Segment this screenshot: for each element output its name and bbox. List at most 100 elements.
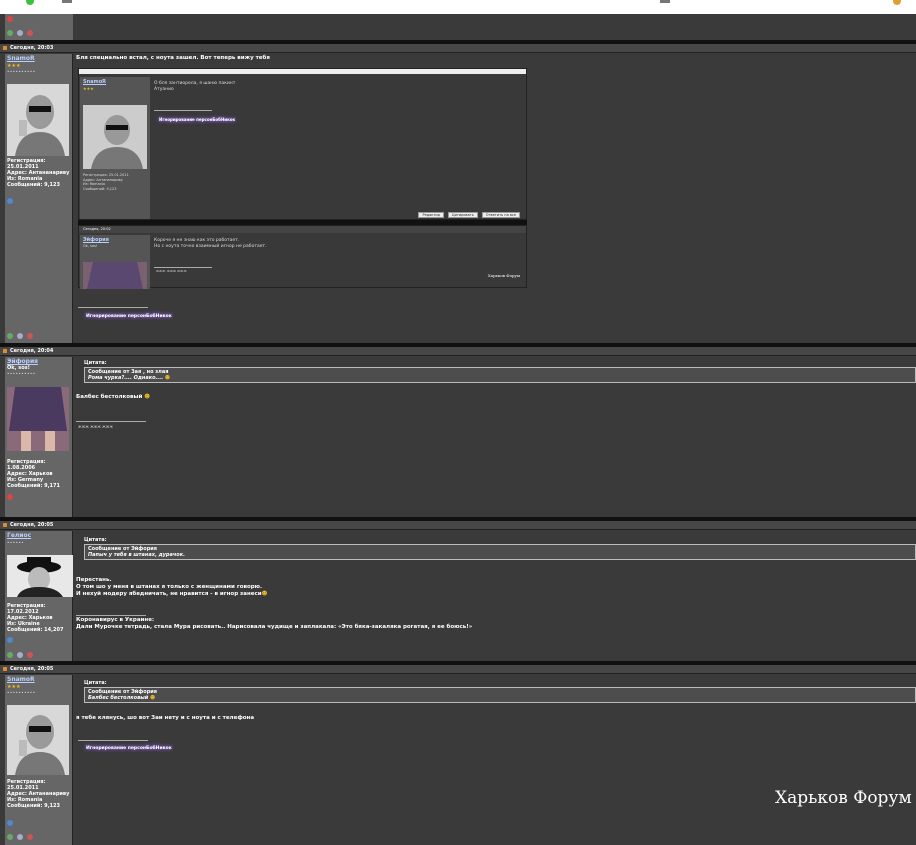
user-info: Регистрация: 17.02.2012 Адрес: Харьков И…: [7, 603, 63, 633]
report-icon[interactable]: [7, 16, 13, 22]
avatar[interactable]: [7, 84, 69, 156]
user-sidebar: Гелиос •••••• Регистрация: 17.02.2012 Ад…: [5, 531, 73, 661]
avatar-portrait-icon: [91, 115, 143, 169]
embedded-count: Сообщений: 9,123: [83, 186, 117, 191]
profile-icon[interactable]: [16, 333, 23, 339]
post-header: Сегодня, 20:05: [0, 521, 916, 530]
rank-stars: ••••••••••: [7, 371, 36, 376]
embedded-watermark: Харьков Форум: [487, 273, 520, 278]
avatar[interactable]: [7, 387, 69, 451]
avatar-dress-icon: [87, 262, 143, 289]
quote-block: Цитата: Сообщение от Эйфория Папыч у теб…: [84, 537, 916, 560]
signature-divider: [76, 421, 146, 422]
embedded-line: Атуанио: [154, 87, 174, 92]
online-icon: [7, 652, 13, 658]
user-sidebar: SnamoR ★★★ •••••••••• Регистрация: 25.01…: [5, 54, 73, 343]
embedded-rank: ★★★: [83, 86, 94, 91]
signature-divider: [78, 740, 148, 741]
quote-block: Цитата: Сообщение от Зая , но злая Рома …: [84, 360, 916, 383]
avatar-portrait-icon: [15, 95, 65, 156]
post-icon: [3, 666, 7, 671]
avatar[interactable]: [7, 705, 69, 775]
smiley-icon: ☻: [144, 394, 150, 400]
user-info: Регистрация: 25.01.2011 Адрес: Антананар…: [7, 779, 69, 809]
smiley-icon: ☻: [150, 695, 156, 701]
avatar-portrait-icon: [15, 715, 65, 775]
username-link[interactable]: SnamoR: [7, 55, 35, 62]
quote-box: Сообщение от Эйфория Папыч у тебя в штан…: [84, 544, 916, 560]
rank-stars: ••••••••••: [7, 690, 36, 695]
embedded-post-2: Сегодня, 20:02 Эйфория Ok, sos! Короче я…: [78, 225, 527, 289]
status-dot-icon: [893, 0, 901, 5]
post-signature: Игнорирование персонБобНикок: [86, 746, 172, 751]
post-line: Перестань.: [76, 577, 112, 583]
post-signature: Коронавирус в Украине: Дали Мурочке тетр…: [76, 617, 472, 631]
warn-icon[interactable]: [26, 834, 33, 840]
user-info: Регистрация: 1.08.2006 Адрес: Харьков Из…: [7, 459, 60, 489]
user-message-count: Сообщений: 9,123: [7, 182, 60, 188]
embedded-text: О бля зантиорела, я шаню пакинт Атуанио: [154, 81, 235, 93]
embedded-date: Сегодня, 20:02: [79, 226, 526, 233]
warn-icon[interactable]: [26, 652, 33, 658]
quote-label: Цитата:: [84, 537, 107, 543]
quote-text: Папыч у тебя в штанах, дурачок.: [88, 552, 186, 558]
embedded-line: Но с ноута точно взаимный игнор не работ…: [154, 244, 267, 249]
signature-divider: [154, 110, 212, 111]
user-sidebar: SnamoR ★★★ •••••••••• Регистрация: 25.01…: [5, 675, 73, 845]
embedded-post-1: SnamoR ★★★ Регистрация: 25.01.2011 Адрес…: [78, 68, 527, 220]
user-sidebar: Эйфория Ok, sos! •••••••••• Регистрация:…: [5, 357, 73, 517]
username-link[interactable]: SnamoR: [7, 676, 35, 683]
avatar[interactable]: [7, 555, 73, 597]
embedded-text: Короче я не знаю как это работает. Но с …: [154, 238, 267, 250]
online-icon: [7, 30, 13, 36]
tab-marker-icon: [660, 0, 670, 3]
embedded-signature: Игнорирование персонБобНикок: [159, 117, 236, 122]
online-icon: [7, 834, 13, 840]
online-icon: [7, 333, 13, 339]
embedded-sidebar: SnamoR ★★★ Регистрация: 25.01.2011 Адрес…: [80, 77, 150, 219]
status-dot-icon: [26, 0, 34, 5]
post-content: Бля специально встал, с ноута зашел. Вот…: [76, 55, 916, 62]
signature-line: Коронавирус в Украине:: [76, 617, 155, 623]
report-icon[interactable]: [7, 494, 13, 500]
signature-divider: [76, 615, 146, 616]
quote-text: Рома чурка?.... Однако....: [88, 375, 164, 381]
quote-box: Сообщение от Зая , но злая Рома чурка?..…: [84, 367, 916, 383]
embedded-avatar: [83, 105, 147, 169]
tab-marker-icon: [62, 0, 72, 3]
warn-icon[interactable]: [26, 333, 33, 339]
post-text: Балбес бестолковый ☻: [76, 394, 150, 401]
username-link[interactable]: Гелиос: [7, 532, 31, 539]
warn-icon[interactable]: [26, 30, 33, 36]
post-date: Сегодня, 20:04: [10, 348, 54, 354]
embedded-avatar: [83, 262, 147, 289]
post-text: я тебе клянусь, шо вот Заи нету и с ноут…: [76, 715, 255, 721]
user-info: Регистрация: 25.01.2011 Адрес: Антананар…: [7, 158, 69, 188]
post-signature: Игнорирование персонБобНикок: [86, 314, 172, 319]
embedded-username: Эйфория: [83, 237, 109, 243]
profile-icon[interactable]: [16, 652, 23, 658]
post-signature: жжж жжж жжж: [78, 424, 113, 429]
post-text: Бля специально встал, с ноута зашел. Вот…: [76, 55, 270, 61]
embedded-sidebar: Эйфория Ok, sos!: [80, 235, 150, 289]
signature-line: Дали Мурочке тетрадь, стала Мура рисоват…: [76, 624, 473, 630]
smiley-icon: ☻: [164, 375, 171, 381]
post-icon: [3, 348, 7, 353]
post-line: О том шо у меня в штанах я только с женщ…: [76, 584, 263, 590]
rank-stars: ••••••: [7, 540, 25, 545]
blog-icon[interactable]: [7, 820, 13, 826]
profile-icon[interactable]: [16, 30, 23, 36]
quote-text: Балбес бестолковый: [88, 695, 149, 701]
quote-box: Сообщение от Эйфория Балбес бестолковый …: [84, 687, 916, 703]
post-header: Сегодня, 20:04: [0, 347, 916, 356]
embedded-rank: Ok, sos!: [83, 244, 98, 248]
blog-icon[interactable]: [7, 198, 13, 204]
post-text: Перестань. О том шо у меня в штанах я то…: [76, 577, 267, 598]
blog-icon[interactable]: [7, 637, 13, 643]
signature-divider: [78, 307, 148, 308]
user-message-count: Сообщений: 9,123: [7, 803, 60, 809]
post-header: Сегодня, 20:03: [0, 44, 916, 53]
post-header: Сегодня, 20:05: [0, 665, 916, 674]
username-link[interactable]: Эйфория: [7, 358, 38, 365]
profile-icon[interactable]: [16, 834, 23, 840]
